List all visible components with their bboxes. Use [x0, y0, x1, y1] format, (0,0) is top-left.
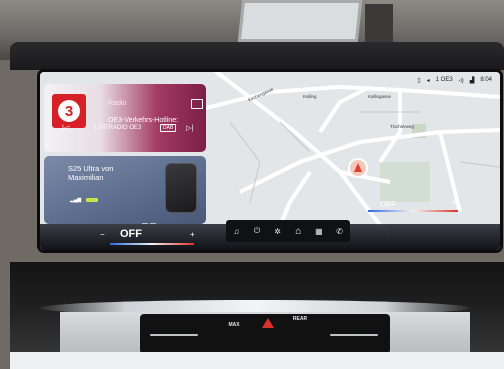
dashboard-top	[10, 42, 504, 70]
left-temp-plus-button[interactable]: +	[190, 230, 195, 239]
max-defrost-label[interactable]: MAX	[222, 322, 246, 328]
road-label: Kalling	[303, 94, 317, 99]
page-indicator	[142, 212, 162, 225]
phone-device-name: S25 Ultra von Maximilian	[68, 164, 114, 182]
music-icon[interactable]: ♫	[229, 227, 243, 236]
radio-widget[interactable]: 3 Radio OE3-Verkehrs-Hotline:	[44, 84, 206, 152]
road-label: Tischlerweg	[390, 124, 414, 129]
home-icon[interactable]: ⌂	[291, 226, 305, 237]
status-station: 1 OE3	[435, 77, 453, 83]
current-position-icon	[350, 160, 366, 176]
list-icon[interactable]	[191, 99, 203, 109]
left-temp-gradient	[110, 243, 194, 245]
battery-icon	[86, 198, 98, 202]
left-temp-minus-button[interactable]: −	[100, 230, 105, 239]
fan-icon[interactable]: ✲	[271, 227, 285, 236]
status-bar: ▯ ◂ 1 OE3 ◃) ▟ 8:04	[417, 74, 492, 86]
rear-defrost-label[interactable]: REAR	[288, 316, 312, 322]
window-frame	[365, 4, 393, 46]
volume-icon: ◃)	[458, 77, 464, 84]
signal-status-icon: ▟	[469, 77, 475, 84]
signal-icon: ▂▄▆	[70, 197, 82, 203]
now-playing: 1 HITRADIO OE3	[94, 125, 142, 131]
left-temp-slider[interactable]	[150, 334, 198, 336]
radio-source-label: Radio	[108, 100, 127, 107]
right-climate-status[interactable]: OFF	[380, 200, 396, 209]
phone-status-icon: ▯	[417, 77, 421, 84]
station-logo: 3	[52, 94, 86, 128]
skip-next-icon[interactable]: ▷|	[186, 124, 193, 132]
radio-status-icon: ◂	[426, 77, 430, 84]
radio-station-info: OE3-Verkehrs-Hotline:	[108, 117, 179, 124]
station-logo-text: 3	[58, 100, 80, 122]
phone-icon[interactable]: ✆	[333, 227, 347, 236]
lower-trim	[10, 352, 504, 369]
dab-badge: DAB	[160, 124, 177, 132]
menu-bar: ♫ ⏻ ✲ ⌂ ▦ ✆	[226, 220, 350, 242]
background-window	[237, 0, 363, 42]
power-icon[interactable]: ⏻	[250, 226, 264, 236]
road-label: Kallingasse	[368, 94, 392, 99]
right-temp-slider[interactable]	[330, 334, 378, 336]
phone-image	[166, 164, 196, 212]
right-temp-gradient	[368, 210, 458, 212]
right-temp-plus-button[interactable]: +	[452, 198, 457, 207]
apps-icon[interactable]: ▦	[312, 227, 326, 236]
hazard-icon[interactable]	[262, 318, 274, 328]
skip-previous-icon[interactable]: |◁	[62, 124, 69, 132]
infotainment-screen: Kirchengasse Kalling Kallingasse Tischle…	[40, 72, 500, 250]
right-temp-minus-button[interactable]: −	[360, 198, 365, 207]
left-climate-status[interactable]: OFF	[120, 228, 142, 240]
clock: 8:04	[480, 77, 492, 83]
